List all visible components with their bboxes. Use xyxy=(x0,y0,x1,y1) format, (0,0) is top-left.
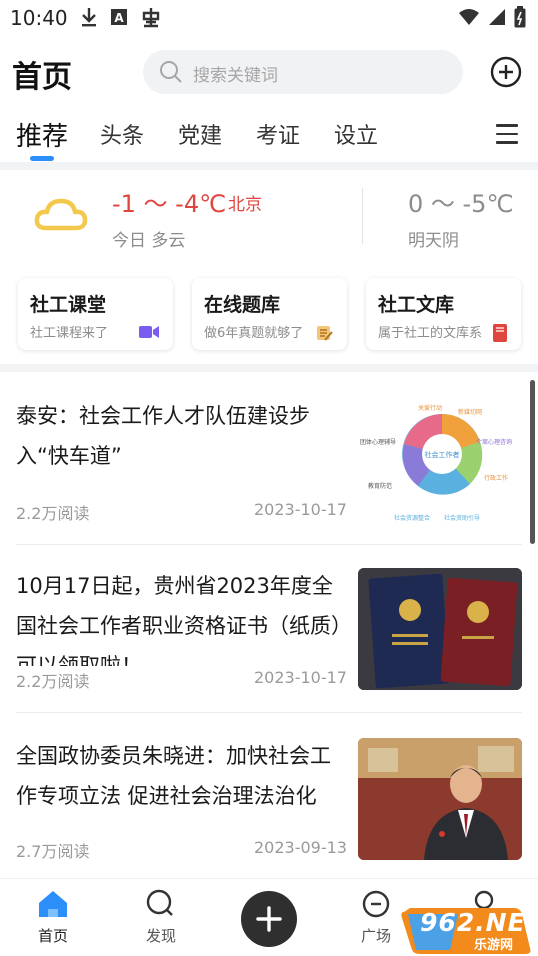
article-title: 10月17日起，贵州省2023年度全国社会工作者职业资格证书（纸质）可以领取啦！ xyxy=(16,574,342,666)
quick-link-subtitle: 属于社工的文库系 xyxy=(378,326,483,341)
weather-widget[interactable]: -1 ～ -4℃ 北京 今日 多云 0 ～ -5℃ 明天阴 xyxy=(0,170,538,260)
nav-label: 广场 xyxy=(360,927,391,945)
wifi-icon xyxy=(458,8,480,30)
tab-recommend[interactable]: 推荐 xyxy=(16,116,68,153)
bug-icon xyxy=(140,6,162,32)
header: 首页 搜索关键词 xyxy=(0,44,538,100)
page-title: 首页 xyxy=(12,60,72,95)
weather-city: 北京 xyxy=(228,195,262,215)
article-divider xyxy=(16,712,522,713)
infographic-label: 团体心理辅导 xyxy=(360,438,396,446)
article-date: 2023-10-17 xyxy=(254,668,347,687)
infographic-label: 行政工作 xyxy=(484,474,508,482)
today-weather-desc: 今日 多云 xyxy=(112,231,186,251)
status-icons-left: A xyxy=(80,6,162,32)
article-item[interactable]: 泰安：社会工作人才队伍建设步入“快车道” 2.2万阅读 2023-10-17 社… xyxy=(0,384,538,546)
article-read-count: 2.2万阅读 xyxy=(16,668,90,692)
watermark-text: 962.NET xyxy=(420,908,538,937)
article-item[interactable]: 10月17日起，贵州省2023年度全国社会工作者职业资格证书（纸质）可以领取啦！… xyxy=(0,566,538,716)
nav-label: 发现 xyxy=(145,927,176,945)
infographic-label: 新媒切网 xyxy=(458,408,482,416)
infographic-label: 社会资助引导 xyxy=(444,514,480,522)
signal-icon xyxy=(488,8,506,30)
quick-link-title: 社工课堂 xyxy=(30,294,107,316)
infographic-center-label: 社会工作者 xyxy=(425,450,460,459)
plus-icon xyxy=(256,906,282,932)
nav-home[interactable]: 首页 xyxy=(23,889,83,946)
minus-circle-icon xyxy=(360,890,392,923)
status-bar: 10:40 A xyxy=(0,0,538,36)
watermark-subtext: 乐游网 xyxy=(474,938,514,953)
article-read-count: 2.7万阅读 xyxy=(16,838,90,862)
scrollbar-thumb[interactable] xyxy=(530,380,535,544)
tab-indicator xyxy=(30,156,54,161)
article-thumbnail-portrait xyxy=(358,738,522,860)
infographic-label: 教育防范 xyxy=(368,482,392,490)
article-date: 2023-10-17 xyxy=(254,500,347,519)
nav-label: 首页 xyxy=(37,927,68,945)
today-temperature: -1 ～ -4℃ xyxy=(112,190,227,218)
article-item[interactable]: 全国政协委员朱晓进：加快社会工作专项立法 促进社会治理法治化 2.7万阅读 20… xyxy=(0,736,538,866)
article-title: 全国政协委员朱晓进：加快社会工作专项立法 促进社会治理法治化 xyxy=(16,744,331,808)
tab-setup[interactable]: 设立 xyxy=(334,118,378,150)
cloud-icon xyxy=(34,194,88,238)
section-divider xyxy=(0,364,538,372)
infographic-label: 关爱行动 xyxy=(418,404,442,412)
tomorrow-weather-desc: 明天阴 xyxy=(408,231,459,251)
quick-link-title: 在线题库 xyxy=(204,294,281,316)
menu-icon[interactable] xyxy=(496,124,520,144)
tab-headlines[interactable]: 头条 xyxy=(100,118,144,150)
book-icon xyxy=(493,324,507,346)
plus-circle-icon[interactable] xyxy=(490,56,522,88)
battery-icon xyxy=(514,6,526,32)
article-title: 泰安：社会工作人才队伍建设步入“快车道” xyxy=(16,404,310,468)
search-icon xyxy=(145,889,177,923)
section-divider xyxy=(0,162,538,170)
watermark-logo: 962.NET 乐游网 xyxy=(398,906,538,954)
download-icon xyxy=(80,6,98,32)
create-post-button[interactable] xyxy=(241,891,297,947)
video-icon xyxy=(139,324,159,343)
weather-divider xyxy=(362,188,363,244)
quick-link-subtitle: 做6年真题就够了 xyxy=(204,326,304,341)
quick-link-subtitle: 社工课程来了 xyxy=(30,326,109,341)
quick-link-library[interactable]: 社工文库 属于社工的文库系 xyxy=(366,278,521,350)
svg-text:A: A xyxy=(114,11,124,25)
nav-square[interactable]: 广场 xyxy=(346,889,406,946)
status-time: 10:40 xyxy=(10,6,68,30)
nav-discover[interactable]: 发现 xyxy=(131,889,191,946)
scroll-icon xyxy=(315,324,333,346)
tab-party[interactable]: 党建 xyxy=(178,118,222,150)
article-thumbnail-infographic: 社会工作者 关爱行动 新媒切网 个案心理咨询 行政工作 社会资助引导 社会资源整… xyxy=(358,384,522,524)
quick-link-question-bank[interactable]: 在线题库 做6年真题就够了 xyxy=(192,278,347,350)
a-icon: A xyxy=(110,8,128,30)
search-placeholder: 搜索关键词 xyxy=(193,66,278,86)
quick-link-title: 社工文库 xyxy=(378,294,455,316)
quick-link-classroom[interactable]: 社工课堂 社工课程来了 xyxy=(18,278,173,350)
search-icon xyxy=(159,60,183,88)
article-read-count: 2.2万阅读 xyxy=(16,504,90,523)
status-icons-right xyxy=(458,6,526,32)
home-icon xyxy=(37,891,69,923)
article-divider xyxy=(16,544,522,545)
infographic-label: 社会资源整合 xyxy=(394,514,430,522)
infographic-label: 个案心理咨询 xyxy=(476,438,512,446)
tab-exam[interactable]: 考证 xyxy=(256,118,300,150)
search-input[interactable]: 搜索关键词 xyxy=(143,50,463,94)
article-date: 2023-09-13 xyxy=(254,838,347,857)
category-tabs: 推荐 头条 党建 考证 设立 xyxy=(0,112,538,162)
article-thumbnail-certificates xyxy=(358,568,522,690)
tomorrow-temperature: 0 ～ -5℃ xyxy=(408,190,514,218)
